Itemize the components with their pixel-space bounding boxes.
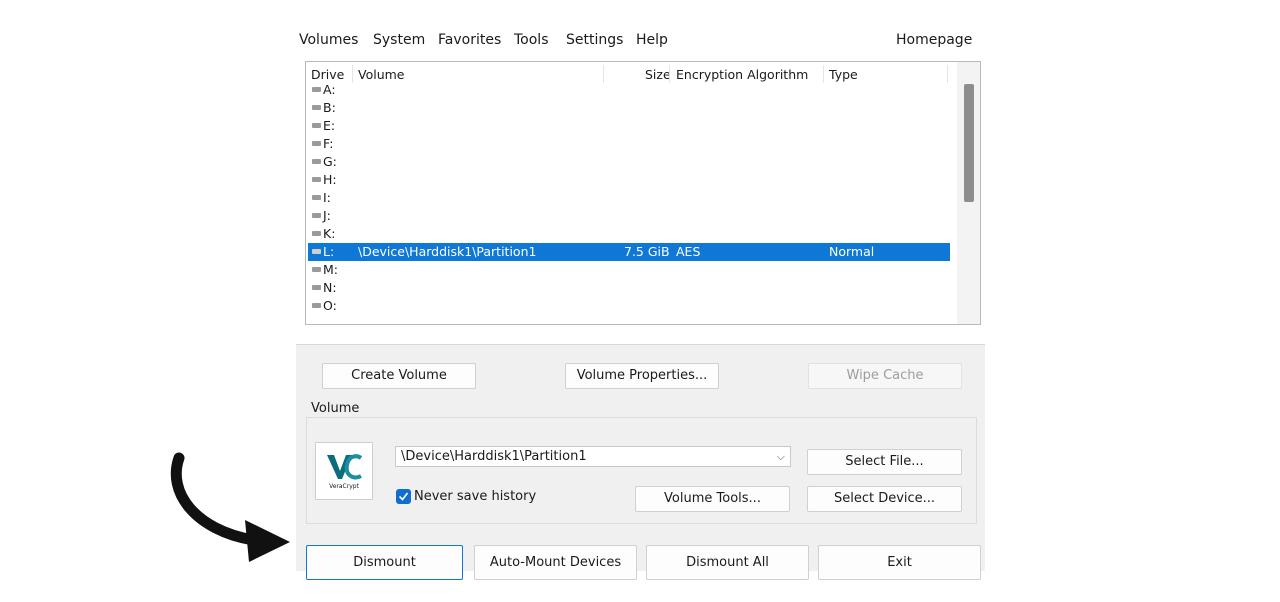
row-type: Normal [829,244,875,259]
volume-path-value: \Device\Harddisk1\Partition1 [401,449,587,464]
menu-bar: Volumes System Favorites Tools Settings … [296,30,985,52]
menu-tools[interactable]: Tools [514,30,549,50]
row-size: 7.5 GiB [624,244,670,259]
volume-tools-button[interactable]: Volume Tools... [635,486,790,512]
row-algorithm: AES [676,244,701,259]
drive-icon [312,285,321,290]
drive-icon [312,141,321,146]
drive-row[interactable]: F: [308,135,950,153]
menu-favorites[interactable]: Favorites [438,30,501,50]
drive-row[interactable]: N: [308,279,950,297]
drive-row[interactable]: O: [308,297,950,315]
drive-icon [312,195,321,200]
drive-icon [312,213,321,218]
drive-row[interactable]: I: [308,189,950,207]
volume-group-label: Volume [311,401,360,416]
drive-row[interactable]: M: [308,261,950,279]
menu-volumes[interactable]: Volumes [299,30,358,50]
auto-mount-devices-button[interactable]: Auto-Mount Devices [474,545,637,580]
drive-row[interactable]: K: [308,225,950,243]
drive-icon [312,267,321,272]
scrollbar-thumb[interactable] [964,84,974,202]
drive-icon [312,123,321,128]
drive-icon [312,303,321,308]
volume-properties-button[interactable]: Volume Properties... [565,363,719,389]
drive-row[interactable]: B: [308,99,950,117]
chevron-down-icon[interactable]: ⌵ [777,447,785,466]
wipe-cache-button[interactable]: Wipe Cache [808,363,962,389]
control-panel: Create Volume Volume Properties... Wipe … [296,345,985,580]
annotation-arrow-icon [165,452,295,571]
menu-system[interactable]: System [373,30,425,50]
drive-icon [312,231,321,236]
exit-button[interactable]: Exit [818,545,981,580]
never-save-history-label: Never save history [414,489,537,504]
drive-icon [312,177,321,182]
menu-homepage[interactable]: Homepage [896,30,972,50]
dismount-button[interactable]: Dismount [306,545,463,580]
veracrypt-logo: VeraCrypt [315,442,373,500]
veracrypt-logo-icon [327,454,362,480]
drive-list-scrollbar[interactable] [957,62,980,324]
volume-path-combobox[interactable]: \Device\Harddisk1\Partition1 ⌵ [395,446,791,467]
drive-row[interactable]: E: [308,117,950,135]
checkbox-checked-icon[interactable] [396,489,411,504]
drive-icon [312,105,321,110]
menu-help[interactable]: Help [636,30,668,50]
drive-row[interactable]: G: [308,153,950,171]
veracrypt-window: Volumes System Favorites Tools Settings … [296,24,985,580]
drive-row[interactable]: J: [308,207,950,225]
drive-icon [312,159,321,164]
row-volume: \Device\Harddisk1\Partition1 [358,244,537,259]
drive-row-selected[interactable]: L: \Device\Harddisk1\Partition1 7.5 GiB … [308,243,950,261]
menu-settings[interactable]: Settings [566,30,623,50]
create-volume-button[interactable]: Create Volume [322,363,476,389]
dismount-all-button[interactable]: Dismount All [646,545,809,580]
select-device-button[interactable]: Select Device... [807,486,962,512]
drive-row[interactable]: A: [308,81,950,99]
drive-icon [312,87,321,92]
select-file-button[interactable]: Select File... [807,449,962,475]
drive-list[interactable]: Drive Volume Size Encryption Algorithm T… [305,61,981,325]
drive-icon [312,249,321,254]
drive-row[interactable]: H: [308,171,950,189]
